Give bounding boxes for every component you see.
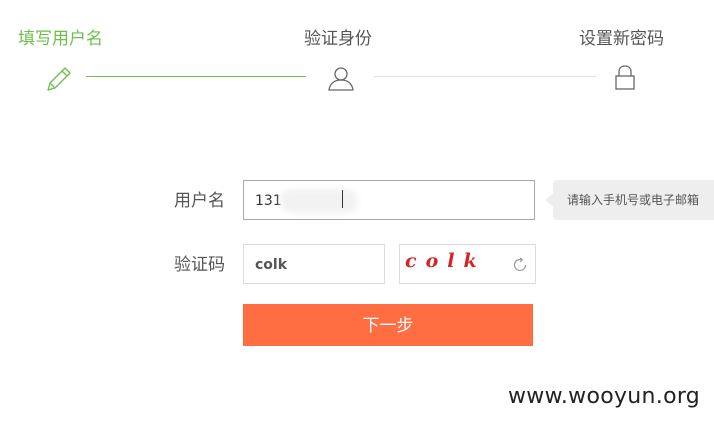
username-label: 用户名	[174, 191, 225, 211]
text-cursor	[342, 190, 343, 208]
redaction-blur	[280, 189, 358, 213]
progress-line-done	[86, 76, 306, 77]
pencil-icon	[44, 64, 74, 98]
step-3-label: 设置新密码	[579, 29, 664, 49]
lock-icon	[613, 64, 637, 96]
next-step-button[interactable]: 下一步	[243, 304, 533, 346]
username-tooltip: 请输入手机号或电子邮箱	[553, 180, 714, 220]
refresh-icon[interactable]	[511, 256, 529, 278]
step-2-label: 验证身份	[304, 29, 372, 49]
user-icon	[327, 64, 355, 96]
step-1-label: 填写用户名	[18, 29, 103, 49]
captcha-label: 验证码	[174, 255, 225, 275]
username-value: 131	[255, 193, 282, 209]
captcha-image[interactable]: colk	[399, 244, 536, 284]
progress-line-pending	[374, 76, 596, 77]
username-input[interactable]: 131	[243, 180, 535, 220]
captcha-image-text: colk	[405, 250, 486, 272]
captcha-value: colk	[255, 257, 288, 273]
watermark: www.wooyun.org	[508, 384, 701, 409]
captcha-input[interactable]: colk	[243, 244, 385, 284]
tooltip-arrow	[545, 193, 553, 207]
